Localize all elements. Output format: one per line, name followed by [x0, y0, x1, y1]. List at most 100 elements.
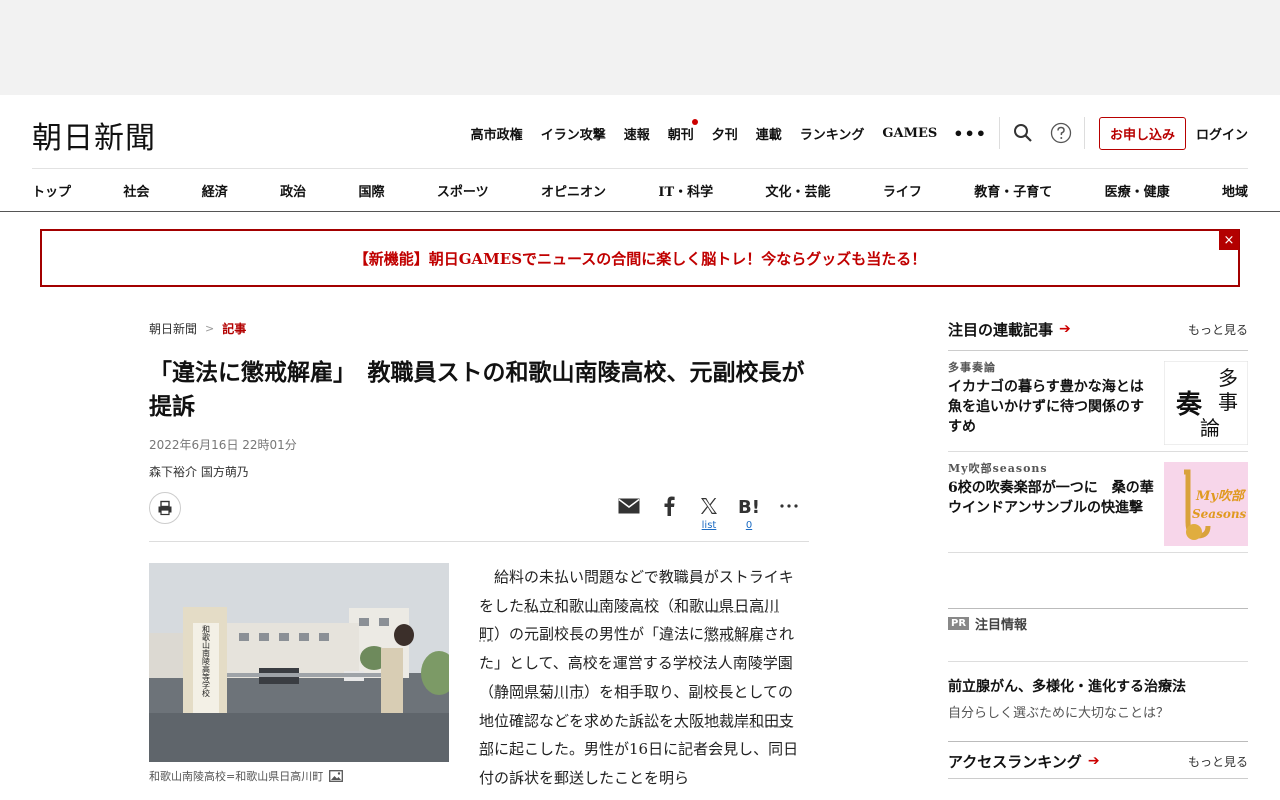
body-text: を — [659, 711, 675, 730]
keyword-link[interactable]: 懲戒解雇 — [704, 625, 764, 643]
body-text: （ — [659, 596, 675, 615]
arrow-right-icon[interactable]: ➔ — [1059, 321, 1071, 337]
thumb-char: 奏 — [1175, 390, 1203, 420]
close-icon[interactable]: × — [1219, 230, 1239, 250]
series-title[interactable]: イカナゴの暮らす豊かな海とは 魚を追いかけずに待つ関係のすすめ — [948, 377, 1158, 437]
pr-subtitle[interactable]: 自分らしく選ぶために大切なことは？ — [948, 702, 1248, 721]
category-top[interactable]: トップ — [32, 181, 71, 200]
top-link-series[interactable]: 連載 — [756, 124, 782, 143]
category-region[interactable]: 地域 — [1222, 181, 1248, 200]
hatena-count[interactable]: 0 — [746, 520, 752, 534]
category-sports[interactable]: スポーツ — [437, 181, 489, 200]
series-item[interactable]: 多事奏論 イカナゴの暮らす豊かな海とは 魚を追いかけずに待つ関係のすすめ 多 事… — [948, 351, 1248, 452]
category-opinion[interactable]: オピニオン — [541, 181, 606, 200]
ranking-header: アクセスランキング ➔ もっと見る — [948, 750, 1248, 772]
article: 朝日新聞 > 記事 「違法に懲戒解雇」 教職員ストの和歌山南陵高校、元副校長が提… — [149, 318, 809, 787]
category-health[interactable]: 医療・健康 — [1105, 181, 1170, 200]
pr-item[interactable]: 前立腺がん、多様化・進化する治療法 自分らしく選ぶために大切なことは？ — [948, 661, 1248, 727]
share-hatena[interactable]: B! 0 — [729, 492, 769, 534]
pr-header: PR 注目情報 — [948, 608, 1248, 638]
arrow-right-icon[interactable]: ➔ — [1088, 753, 1100, 769]
keyword-link[interactable]: 和歌山南陵高校 — [554, 597, 659, 615]
series-title[interactable]: 6校の吹奏楽部が一つに 桑の華ウインドアンサンブルの快進撃 — [948, 478, 1156, 518]
body-text: ）の元副校長の男性が「違法に — [494, 625, 705, 644]
banner-text[interactable]: 【新機能】朝日GAMESでニュースの合間に楽しく脳トレ！今ならグッズも当たる！ — [354, 248, 927, 269]
svg-text:B!: B! — [738, 497, 760, 516]
header-bottom-border — [0, 211, 1280, 212]
ranking-more-link[interactable]: もっと見る — [1188, 753, 1248, 770]
article-photo[interactable]: 和歌山南陵高等学校 — [149, 563, 449, 762]
top-link-ranking[interactable]: ランキング — [800, 124, 865, 143]
category-international[interactable]: 国際 — [359, 181, 385, 200]
series-header: 注目の連載記事 ➔ もっと見る — [948, 318, 1248, 340]
breadcrumb-home[interactable]: 朝日新聞 — [149, 320, 197, 337]
category-politics[interactable]: 政治 — [280, 181, 306, 200]
series-label[interactable]: 多事奏論 — [948, 359, 996, 375]
category-education[interactable]: 教育・子育て — [974, 181, 1052, 200]
hatena-bookmark-icon[interactable]: B! — [738, 492, 760, 520]
series-thumbnail[interactable]: 多 事 奏 論 — [1164, 361, 1248, 445]
keyword-link[interactable]: 私立 — [524, 597, 554, 615]
image-icon[interactable] — [329, 770, 344, 782]
category-culture[interactable]: 文化・芸能 — [765, 181, 830, 200]
keyword-link[interactable]: 訴訟 — [629, 712, 659, 730]
breadcrumb-current: 記事 — [222, 321, 247, 336]
thumb-text: My吹部 — [1195, 488, 1247, 504]
category-it-science[interactable]: IT・科学 — [658, 181, 713, 200]
share-buttons: list B! 0 — [609, 492, 809, 534]
thumb-char: 多 — [1218, 366, 1238, 390]
site-logo[interactable]: 朝日新聞 — [32, 113, 156, 157]
print-icon[interactable] — [149, 492, 181, 524]
top-link-takaichi[interactable]: 高市政権 — [471, 124, 523, 143]
article-authors[interactable]: 森下裕介 国方萌乃 — [149, 463, 809, 480]
help-icon[interactable] — [1050, 122, 1072, 144]
body-text: に起こした。男性が16日に記者会見し、同日付の訴状を郵送したことを明ら — [479, 740, 799, 787]
more-icon[interactable] — [780, 492, 798, 520]
ranking-heading-text[interactable]: アクセスランキング — [948, 751, 1082, 772]
search-icon[interactable] — [1012, 122, 1034, 144]
top-ad-area — [0, 0, 1280, 95]
divider — [998, 117, 1000, 149]
ranking-heading[interactable]: アクセスランキング ➔ — [948, 751, 1100, 772]
share-x[interactable]: list — [689, 492, 729, 534]
divider — [1083, 117, 1085, 149]
series-heading-text[interactable]: 注目の連載記事 — [948, 319, 1053, 340]
category-nav: トップ 社会 経済 政治 国際 スポーツ オピニオン IT・科学 文化・芸能 ラ… — [32, 169, 1248, 211]
top-link-evening[interactable]: 夕刊 — [712, 124, 738, 143]
series-heading[interactable]: 注目の連載記事 ➔ — [948, 319, 1071, 340]
thumb-text: Seasons — [1192, 507, 1247, 521]
top-link-morning[interactable]: 朝刊 — [668, 118, 698, 143]
thumb-char: 論 — [1200, 416, 1220, 440]
more-menu-button[interactable]: ••• — [953, 124, 987, 143]
article-toolbar: list B! 0 — [149, 492, 809, 542]
mail-icon[interactable] — [618, 492, 640, 520]
category-economy[interactable]: 経済 — [202, 181, 228, 200]
pr-heading: 注目情報 — [975, 618, 1028, 633]
share-facebook[interactable] — [649, 492, 689, 534]
breadcrumb-separator: > — [205, 321, 215, 335]
top-link-games[interactable]: GAMES — [882, 126, 937, 141]
subscribe-button[interactable]: お申し込み — [1098, 116, 1186, 150]
sidebar: 注目の連載記事 ➔ もっと見る 多事奏論 イカナゴの暮らす豊かな海とは 魚を追いか… — [948, 318, 1248, 779]
article-body: 給料の未払い問題などで教職員がストライキをした私立和歌山南陵高校（和歌山県日高川… — [479, 563, 799, 793]
category-life[interactable]: ライフ — [883, 181, 922, 200]
pr-title[interactable]: 前立腺がん、多様化・進化する治療法 — [948, 676, 1248, 696]
facebook-icon[interactable] — [663, 492, 675, 520]
photo-caption-text: 和歌山南陵高校=和歌山県日高川町 — [149, 770, 324, 783]
login-button[interactable]: ログイン — [1196, 124, 1248, 143]
series-thumbnail[interactable]: My吹部 Seasons — [1164, 462, 1248, 546]
top-link-breaking[interactable]: 速報 — [624, 124, 650, 143]
series-item[interactable]: My吹部seasons 6校の吹奏楽部が一つに 桑の華ウインドアンサンブルの快進… — [948, 452, 1248, 553]
share-more[interactable] — [769, 492, 809, 534]
share-mail[interactable] — [609, 492, 649, 534]
x-list-link[interactable]: list — [702, 520, 717, 534]
series-label[interactable]: My吹部seasons — [948, 460, 1048, 476]
top-link-iran[interactable]: イラン攻撃 — [541, 124, 606, 143]
thumb-char: 事 — [1218, 390, 1238, 414]
keyword-link[interactable]: 静岡県菊川市 — [494, 683, 584, 701]
site-header: 朝日新聞 高市政権 イラン攻撃 速報 朝刊 夕刊 連載 ランキング GAMES … — [0, 95, 1280, 212]
series-more-link[interactable]: もっと見る — [1188, 321, 1248, 338]
x-icon[interactable] — [700, 492, 718, 520]
category-society[interactable]: 社会 — [123, 181, 149, 200]
games-promo-banner[interactable]: 【新機能】朝日GAMESでニュースの合間に楽しく脳トレ！今ならグッズも当たる！ … — [40, 229, 1240, 287]
